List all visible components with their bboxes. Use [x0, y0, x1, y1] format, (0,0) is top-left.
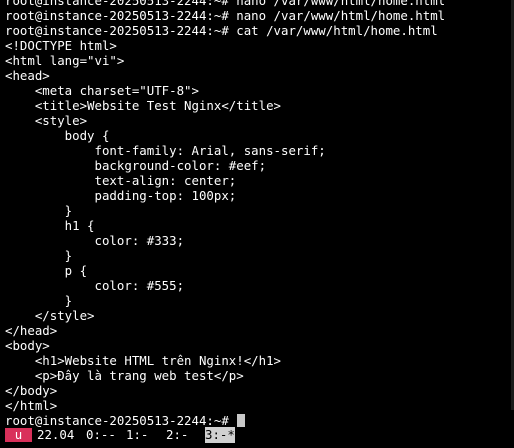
terminal-prompt-line[interactable]: root@instance-20250513-2244:~# — [5, 413, 514, 428]
terminal-line: root@instance-20250513-2244:~# cat /var/… — [5, 23, 438, 38]
terminal-line: root@instance-20250513-2244:~# nano /var… — [5, 8, 446, 23]
terminal-line: text-align: center; — [5, 173, 237, 188]
window-tab-0[interactable]: 0:-- — [86, 427, 116, 443]
terminal-line: } — [5, 203, 73, 218]
shell-prompt: root@instance-20250513-2244:~# — [5, 413, 237, 428]
text-cursor — [237, 414, 246, 427]
terminal-window[interactable]: root@instance-20250513-2244:~# nano /var… — [0, 0, 514, 448]
tmux-status-bar: u 22.04 0:-- 1:- 2:- 3:-* — [0, 427, 514, 443]
terminal-line: <!DOCTYPE html> — [5, 38, 117, 53]
terminal-line: font-family: Arial, sans-serif; — [5, 143, 326, 158]
terminal-line: <meta charset="UTF-8"> — [5, 83, 199, 98]
terminal-line: root@instance-20250513-2244:~# nano /var… — [5, 0, 446, 8]
terminal-line: <body> — [5, 338, 50, 353]
terminal-line: <style> — [5, 113, 88, 128]
os-version-label: 22.04 — [37, 427, 75, 442]
terminal-line: padding-top: 100px; — [5, 188, 237, 203]
window-tab-3-active[interactable]: 3:-* — [205, 427, 235, 443]
terminal-line: <head> — [5, 68, 50, 83]
terminal-line: h1 { — [5, 218, 95, 233]
terminal-output: root@instance-20250513-2244:~# nano /var… — [5, 0, 514, 428]
window-tab-2[interactable]: 2:- — [166, 427, 188, 443]
terminal-line: p { — [5, 263, 88, 278]
terminal-line: </html> — [5, 398, 58, 413]
terminal-line: </head> — [5, 323, 58, 338]
terminal-line: </body> — [5, 383, 58, 398]
terminal-line: color: #555; — [5, 278, 185, 293]
terminal-line: <h1>Website HTML trên Nginx!</h1> — [5, 353, 282, 368]
terminal-line: color: #333; — [5, 233, 185, 248]
terminal-line: <p>Đây là trang web test</p> — [5, 368, 244, 383]
terminal-line: </style> — [5, 308, 95, 323]
window-tab-1[interactable]: 1:- — [126, 427, 148, 443]
session-name-badge[interactable]: u — [5, 428, 32, 442]
terminal-line: } — [5, 248, 73, 263]
terminal-line: } — [5, 293, 73, 308]
terminal-line: <title>Website Test Nginx</title> — [5, 98, 282, 113]
terminal-line: body { — [5, 128, 110, 143]
terminal-line: background-color: #eef; — [5, 158, 267, 173]
terminal-line: <html lang="vi"> — [5, 53, 125, 68]
